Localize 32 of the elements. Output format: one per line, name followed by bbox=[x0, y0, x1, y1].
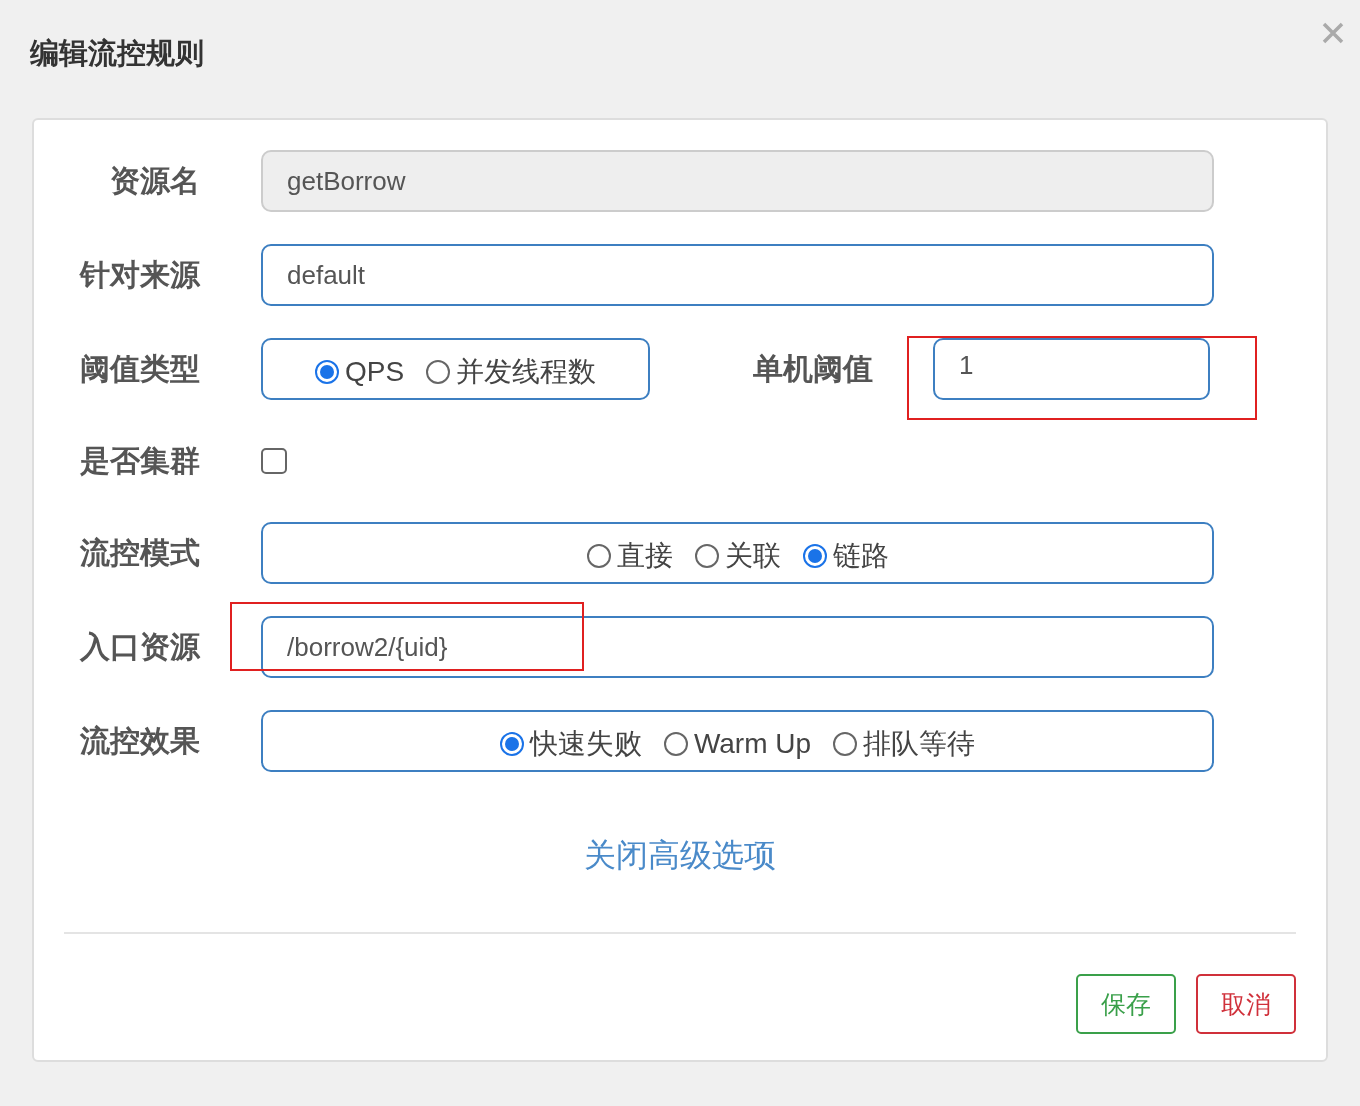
field-label: 资源名 bbox=[109, 162, 200, 199]
save-button[interactable]: 保存 bbox=[1076, 974, 1176, 1034]
text-field[interactable]: /borrow2/{uid} bbox=[261, 616, 1214, 678]
radio-button[interactable] bbox=[426, 360, 451, 384]
field-label: 是否集群 bbox=[79, 442, 200, 479]
radio-label: 链路 bbox=[832, 539, 889, 573]
field-label: 阈值类型 bbox=[79, 350, 200, 387]
radio-label: QPS bbox=[344, 356, 405, 388]
dialog-title: 编辑流控规则 bbox=[30, 36, 204, 71]
field-label: 单机阈值 bbox=[753, 350, 873, 387]
radio-button[interactable] bbox=[694, 544, 719, 568]
collapse-advanced-link[interactable]: 关闭高级选项 bbox=[584, 834, 776, 878]
field-label: 流控模式 bbox=[79, 534, 200, 571]
radio-button[interactable] bbox=[314, 360, 339, 384]
checkbox[interactable] bbox=[261, 448, 287, 474]
field-label: 入口资源 bbox=[78, 628, 200, 665]
radio-button[interactable] bbox=[586, 544, 611, 568]
radio-label: 并发线程数 bbox=[456, 355, 597, 389]
radio-button[interactable] bbox=[499, 732, 524, 756]
radio-label: Warm Up bbox=[693, 728, 812, 760]
radio-label: 直接 bbox=[616, 539, 673, 573]
field-label: 流控效果 bbox=[79, 722, 200, 759]
radio-button[interactable] bbox=[802, 544, 827, 568]
field-label: 针对来源 bbox=[78, 256, 200, 293]
text-field[interactable]: default bbox=[261, 244, 1214, 306]
radio-label: 关联 bbox=[724, 539, 781, 573]
radio-button[interactable] bbox=[833, 732, 858, 756]
threshold-field[interactable]: 1 bbox=[933, 338, 1210, 400]
radio-label: 排队等待 bbox=[863, 727, 976, 761]
cancel-button[interactable]: 取消 bbox=[1196, 974, 1296, 1034]
radio-button[interactable] bbox=[663, 732, 688, 756]
radio-label: 快速失败 bbox=[529, 727, 642, 761]
